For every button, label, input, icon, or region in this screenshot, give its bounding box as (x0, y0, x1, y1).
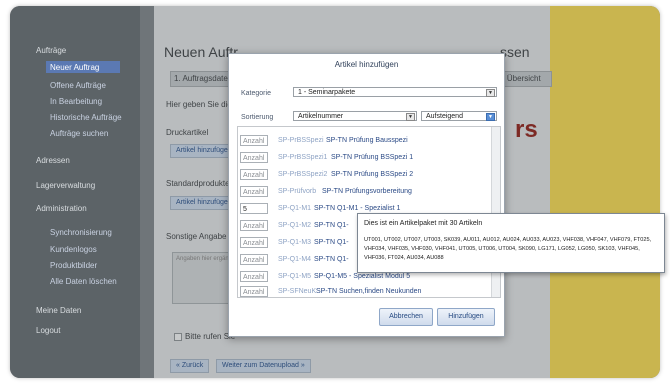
step-1[interactable]: 1. Auftragsdaten (174, 74, 232, 83)
kategorie-label: Kategorie (241, 90, 271, 97)
chevron-down-icon: ▼ (486, 89, 495, 97)
druckartikel-label: Druckartikel (166, 128, 209, 137)
sonstige-label: Sonstige Angabe (166, 232, 227, 241)
order-value: Aufsteigend (426, 113, 463, 120)
list-item: Anzahl SP-Prüfvorb SP-TN Prüfungsvorbere… (240, 184, 488, 200)
back-button[interactable]: « Zurück (170, 359, 210, 373)
article-code: SP-Q1-M4 (278, 256, 312, 263)
list-item: Anzahl SP-PrBSSpezi2 SP-TN Prüfung BSSpe… (240, 167, 488, 183)
quantity-input[interactable]: Anzahl (240, 237, 268, 248)
article-code: SP-Q1-M2 (278, 222, 312, 229)
chevron-down-icon: ▼ (486, 113, 495, 121)
quantity-input[interactable]: 5 (240, 203, 268, 214)
article-code: SP-Prüfvorb (278, 188, 317, 195)
article-name: SP-Q1-M5 - Spezialist Modul 5 (314, 273, 411, 280)
sidebar-item-auftraege-suchen[interactable]: Aufträge suchen (50, 129, 108, 138)
quantity-input[interactable]: Anzahl (240, 271, 268, 282)
sortierung-select[interactable]: Artikelnummer ▼ (293, 111, 417, 121)
article-name: SP-TN Prüfung Bausspezi (326, 137, 408, 144)
sidebar-item-synchronisierung[interactable]: Synchronisierung (50, 228, 112, 237)
sidebar-item-in-bearbeitung[interactable]: In Bearbeitung (50, 97, 102, 106)
article-name: SP-TN Suchen,finden Neukunden (316, 288, 422, 295)
sidebar-item-produktbilder[interactable]: Produktbilder (50, 261, 97, 270)
sidebar-item-kundenlogos[interactable]: Kundenlogos (50, 245, 97, 254)
callback-checkbox[interactable] (174, 333, 182, 341)
article-name: SP-TN Q1- (314, 256, 349, 263)
quantity-input[interactable]: Anzahl (240, 152, 268, 163)
cancel-button[interactable]: Abbrechen (379, 308, 433, 326)
article-code: SP-PrBSSpezi2 (278, 171, 328, 178)
quantity-input[interactable]: Anzahl (240, 169, 268, 180)
decorative-background (550, 6, 660, 378)
add-button[interactable]: Hinzufügen (437, 308, 495, 326)
tooltip-title: Dies ist ein Artikelpaket mit 30 Artikel… (364, 220, 483, 227)
sidebar: Aufträge Neuer Auftrag Offene Aufträge I… (10, 6, 140, 378)
brand-logo: rs (515, 116, 538, 143)
sidebar-item-alle-daten-loeschen[interactable]: Alle Daten löschen (50, 277, 117, 286)
article-code: SP-SFNeuK (278, 288, 317, 295)
dialog-title: Artikel hinzufügen (334, 60, 399, 69)
list-item: Anzahl SP-PrBSSpezi SP-TN Prüfung Baussp… (240, 133, 488, 149)
quantity-input[interactable]: Anzahl (240, 286, 268, 297)
sortierung-value: Artikelnummer (298, 113, 344, 120)
article-name: SP-TN Q1- (314, 222, 349, 229)
sidebar-item-historische-auftraege[interactable]: Historische Aufträge (50, 113, 122, 122)
quantity-input[interactable]: Anzahl (240, 135, 268, 146)
quantity-input[interactable]: Anzahl (240, 254, 268, 265)
sidebar-item-auftraege[interactable]: Aufträge (36, 46, 66, 55)
article-name: SP-TN Prüfungsvorbereitung (322, 188, 412, 195)
sidebar-item-lagerverwaltung[interactable]: Lagerverwaltung (36, 181, 95, 190)
sidebar-item-logout[interactable]: Logout (36, 326, 60, 335)
add-article-dialog: Artikel hinzufügen Kategorie 1 - Seminar… (228, 53, 505, 337)
sortierung-label: Sortierung (241, 114, 274, 121)
article-code: SP-Q1-M1 (278, 205, 312, 212)
quantity-input[interactable]: Anzahl (240, 220, 268, 231)
chevron-down-icon: ▼ (406, 113, 415, 121)
order-select[interactable]: Aufsteigend ▼ (421, 111, 497, 121)
sidebar-item-neuer-auftrag[interactable]: Neuer Auftrag (50, 63, 99, 72)
article-name: SP-TN Prüfung BSSpezi 2 (331, 171, 414, 178)
sidebar-item-administration[interactable]: Administration (36, 204, 87, 213)
standardprodukte-label: Standardprodukte (166, 179, 230, 188)
sidebar-item-adressen[interactable]: Adressen (36, 156, 70, 165)
quantity-input[interactable]: Anzahl (240, 186, 268, 197)
kategorie-select[interactable]: 1 - Seminarpakete ▼ (293, 87, 497, 97)
article-code: SP-PrBSSpezi1 (278, 154, 328, 161)
article-code: SP-PrBSSpezi (278, 137, 324, 144)
article-name: SP-TN Prüfung BSSpezi 1 (331, 154, 414, 161)
tooltip-body: UT001, UT002, UT007, UT003, SK039, AU011… (364, 237, 652, 261)
list-item: Anzahl SP-PrBSSpezi1 SP-TN Prüfung BSSpe… (240, 150, 488, 166)
list-item: Anzahl SP-SFNeuK SP-TN Suchen,finden Neu… (240, 284, 488, 297)
article-name: SP-TN Q1- (314, 239, 349, 246)
article-name: SP-TN Q1-M1 - Spezialist 1 (314, 205, 401, 212)
sidebar-item-offene-auftraege[interactable]: Offene Aufträge (50, 81, 106, 90)
kategorie-value: 1 - Seminarpakete (298, 89, 356, 96)
article-package-tooltip: Dies ist ein Artikelpaket mit 30 Artikel… (357, 213, 665, 273)
intro-text: Hier geben Sie die (166, 100, 232, 109)
page-title: Neuen Auftr (164, 44, 238, 60)
article-code: SP-Q1-M5 (278, 273, 312, 280)
article-code: SP-Q1-M3 (278, 239, 312, 246)
next-button[interactable]: Weiter zum Datenupload » (216, 359, 311, 373)
sidebar-item-meine-daten[interactable]: Meine Daten (36, 306, 81, 315)
